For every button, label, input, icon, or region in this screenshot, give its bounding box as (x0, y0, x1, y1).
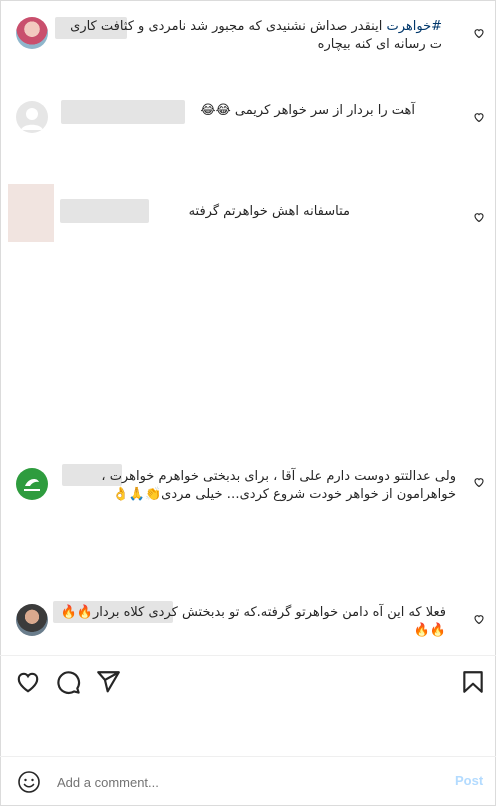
heart-icon[interactable] (473, 111, 485, 123)
comment-text: متاسفانه اهش خواهرتم گرفته (188, 204, 350, 219)
hashtag-link[interactable]: #خواهرت (386, 19, 442, 34)
default-avatar-icon (21, 108, 43, 130)
heart-icon[interactable] (473, 27, 485, 39)
logo-icon (24, 478, 40, 491)
comment-text: فعلا که این آه دامن خواهرتو گرفته.که تو … (60, 605, 446, 638)
avatar[interactable] (16, 17, 48, 49)
username-link[interactable] (61, 100, 185, 124)
heart-icon[interactable] (473, 476, 485, 488)
avatar[interactable] (16, 604, 48, 636)
avatar[interactable] (8, 184, 54, 242)
bookmark-icon[interactable] (460, 669, 486, 695)
username-link[interactable] (60, 199, 149, 223)
comment-input[interactable] (57, 772, 437, 792)
divider (0, 655, 496, 656)
avatar[interactable] (16, 468, 48, 500)
heart-icon[interactable] (473, 211, 485, 223)
comment-text: آهت را بردار از سر خواهر کریمی 😂😂 (200, 103, 415, 118)
avatar[interactable] (16, 101, 48, 133)
comment-text: ولی عدالتتو دوست دارم علی آقا ، برای بدب… (101, 469, 456, 502)
post-button[interactable]: Post (455, 773, 483, 788)
comment-icon[interactable] (55, 669, 81, 695)
divider (0, 756, 496, 757)
send-icon[interactable] (95, 669, 121, 695)
comment-text: #خواهرت اینقدر صداش نشنیدی که مجبور شد ن… (70, 19, 442, 52)
emoji-icon[interactable] (17, 770, 41, 794)
heart-icon[interactable] (15, 669, 41, 695)
heart-icon[interactable] (473, 613, 485, 625)
